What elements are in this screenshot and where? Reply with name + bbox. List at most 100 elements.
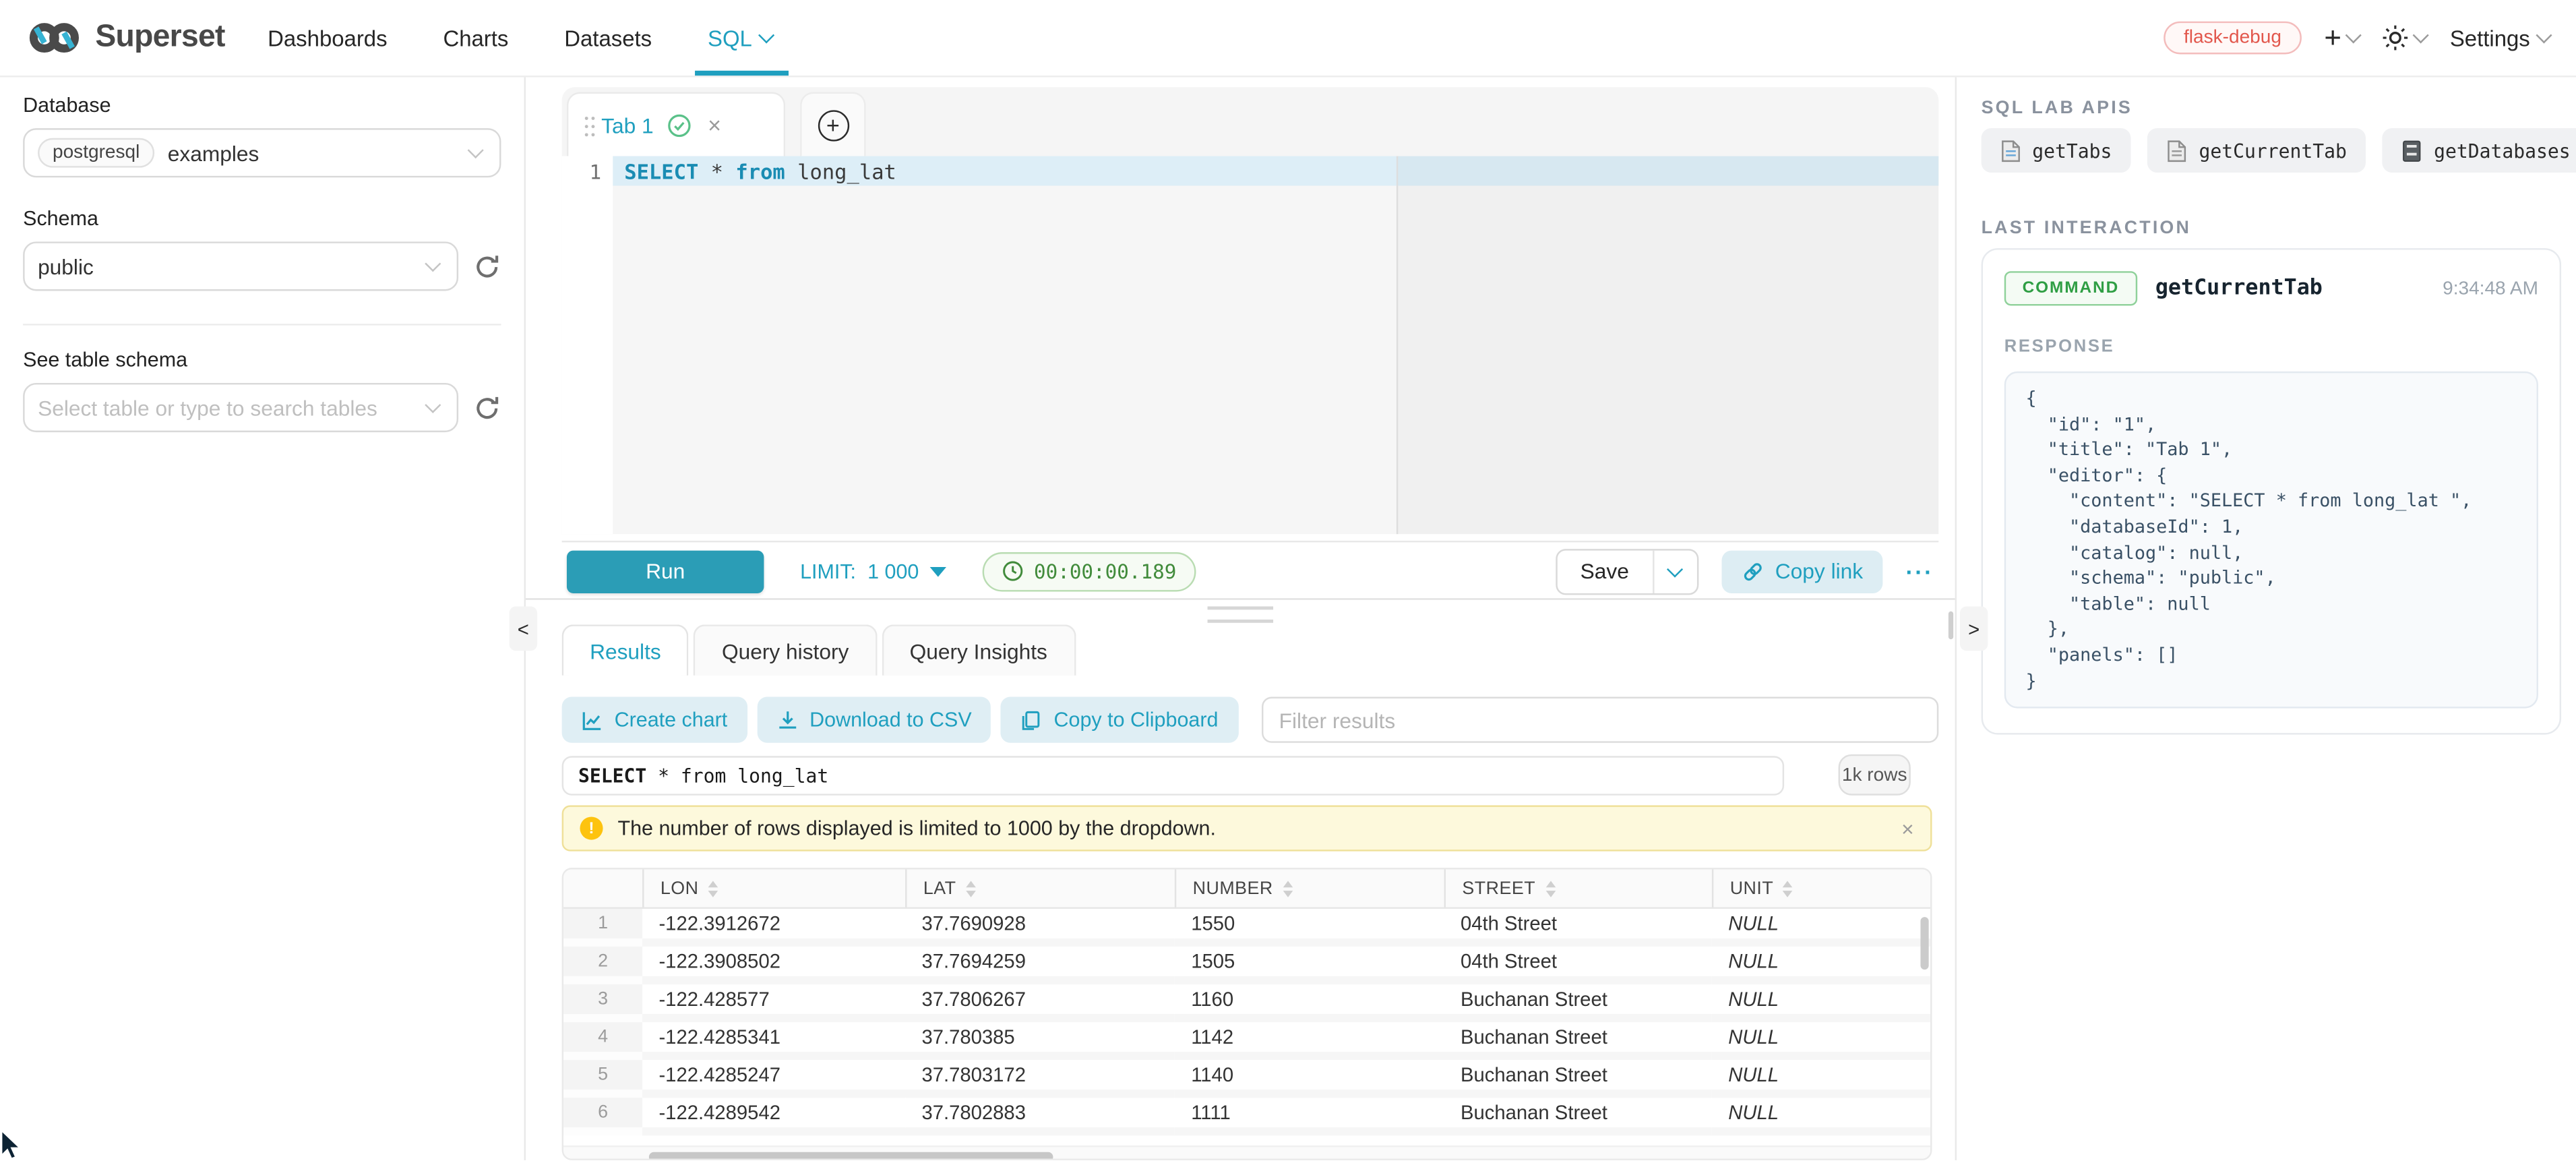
close-tab-icon[interactable]: × xyxy=(708,112,721,138)
drag-handle-icon[interactable] xyxy=(585,116,588,119)
sql-editor-panel: Tab 1 × + 1 SELECT * from long_lat xyxy=(526,78,1955,1160)
filter-results-input[interactable] xyxy=(1261,697,1938,743)
table-cell: Buchanan Street xyxy=(1444,1022,1712,1060)
get-current-tab-button[interactable]: getCurrentTab xyxy=(2148,128,2366,173)
theme-toggle-button[interactable] xyxy=(2383,25,2427,51)
collapse-right-panel-button[interactable]: > xyxy=(1960,606,1988,651)
row-number: 2 xyxy=(563,947,642,984)
saved-check-icon xyxy=(667,113,692,138)
get-databases-button[interactable]: getDatabases xyxy=(2383,128,2576,173)
document-icon xyxy=(2001,139,2021,162)
chevron-down-icon xyxy=(2413,27,2429,43)
sql-keyword-select: SELECT xyxy=(624,159,698,184)
column-header-unit[interactable]: UNIT xyxy=(1712,869,1930,907)
column-header-number[interactable]: NUMBER xyxy=(1175,869,1444,907)
table-cell: Buchanan Street xyxy=(1444,1060,1712,1098)
table-cell: NULL xyxy=(1712,984,1930,1022)
table-cell: NULL xyxy=(1712,909,1930,947)
elapsed-timer: 00:00:00.189 xyxy=(983,552,1196,591)
table-row: 3-122.42857737.78062671160Buchanan Stree… xyxy=(563,984,1930,1022)
nav-item-dashboards[interactable]: Dashboards xyxy=(268,26,387,51)
table-cell: -122.3908502 xyxy=(642,947,905,984)
table-select[interactable]: Select table or type to search tables xyxy=(23,383,458,432)
more-menu-button[interactable]: ··· xyxy=(1906,558,1934,585)
tab-query-history[interactable]: Query history xyxy=(694,624,877,676)
column-header-lon[interactable]: LON xyxy=(642,869,905,907)
download-icon xyxy=(776,709,798,731)
table-row: 1-122.391267237.7690928155004th StreetNU… xyxy=(563,909,1930,947)
line-number: 1 xyxy=(589,161,601,184)
sql-code-editor[interactable]: 1 SELECT * from long_lat xyxy=(562,156,1939,535)
nav-item-datasets[interactable]: Datasets xyxy=(564,26,652,51)
plus-glyph: + xyxy=(826,113,840,136)
download-csv-button[interactable]: Download to CSV xyxy=(757,697,991,743)
environment-badge: flask-debug xyxy=(2164,22,2301,55)
chevron-down-icon xyxy=(2536,27,2552,43)
chevron-down-icon xyxy=(758,27,774,43)
sort-icon[interactable] xyxy=(1545,880,1556,896)
interaction-card: COMMAND getCurrentTab 9:34:48 AM RESPONS… xyxy=(1982,248,2561,735)
create-chart-button[interactable]: Create chart xyxy=(562,697,747,743)
add-tab-button[interactable]: + xyxy=(800,92,866,158)
sort-icon[interactable] xyxy=(1783,880,1793,896)
get-tabs-label: getTabs xyxy=(2032,139,2112,162)
chevron-down-icon xyxy=(425,256,441,272)
column-label: STREET xyxy=(1462,879,1535,898)
table-cell: 04th Street xyxy=(1444,947,1712,984)
refresh-tables-icon[interactable] xyxy=(473,394,501,421)
table-cell: NULL xyxy=(1712,1060,1930,1098)
command-name: getCurrentTab xyxy=(2155,276,2323,301)
table-cell: NULL xyxy=(1712,1022,1930,1060)
vertical-scrollbar-thumb[interactable] xyxy=(1920,917,1928,970)
run-button[interactable]: Run xyxy=(567,549,764,592)
sort-icon[interactable] xyxy=(1283,880,1293,896)
table-row: 2-122.390850237.7694259150504th StreetNU… xyxy=(563,947,1930,984)
save-button[interactable]: Save xyxy=(1557,549,1651,592)
horizontal-scrollbar-track[interactable] xyxy=(563,1145,1930,1160)
row-count-badge: 1k rows xyxy=(1839,754,1911,796)
row-number: 6 xyxy=(563,1098,642,1135)
row-number: 5 xyxy=(563,1060,642,1098)
editor-tab-1[interactable]: Tab 1 × xyxy=(567,92,785,156)
nav-item-charts[interactable]: Charts xyxy=(443,26,508,51)
superset-brand[interactable]: Superset xyxy=(26,18,225,58)
warning-text: The number of rows displayed is limited … xyxy=(618,816,1216,839)
sort-icon[interactable] xyxy=(708,880,718,896)
sql-keyword-from: from xyxy=(735,159,785,184)
table-cell: 37.7694259 xyxy=(905,947,1175,984)
column-header-lat[interactable]: LAT xyxy=(905,869,1175,907)
close-warning-icon[interactable]: × xyxy=(1901,816,1914,841)
horizontal-scrollbar-thumb[interactable] xyxy=(649,1152,1053,1160)
limit-dropdown[interactable]: LIMIT: 1 000 xyxy=(800,560,947,583)
refresh-schemas-icon[interactable] xyxy=(473,252,501,280)
column-header-street[interactable]: STREET xyxy=(1444,869,1712,907)
editor-toolbar: Run LIMIT: 1 000 00:00:00.189 Save xyxy=(562,541,1939,600)
copy-link-button[interactable]: Copy link xyxy=(1721,549,1882,592)
sql-lab-apis-panel: SQL LAB APIS getTabs getCurrentTab xyxy=(1955,78,2576,1160)
settings-menu[interactable]: Settings xyxy=(2450,26,2550,51)
settings-label: Settings xyxy=(2450,26,2530,51)
collapse-sidebar-button[interactable]: < xyxy=(510,606,537,651)
results-grid: LONLATNUMBER STREET UNIT 1-122.391267237.7… xyxy=(562,868,1932,1160)
sql-table-identifier: long_lat xyxy=(797,159,896,184)
column-label: UNIT xyxy=(1730,879,1774,898)
table-cell: 1111 xyxy=(1175,1098,1444,1135)
nav-item-sql[interactable]: SQL xyxy=(708,26,772,51)
copy-clipboard-button[interactable]: Copy to Clipboard xyxy=(1002,697,1238,743)
table-cell: 1140 xyxy=(1175,1060,1444,1098)
get-tabs-button[interactable]: getTabs xyxy=(1982,128,2132,173)
get-current-tab-label: getCurrentTab xyxy=(2199,139,2347,162)
new-item-button[interactable]: + xyxy=(2324,23,2359,53)
tab-query-insights[interactable]: Query Insights xyxy=(882,624,1075,676)
schema-select[interactable]: public xyxy=(23,241,458,291)
save-options-caret[interactable] xyxy=(1652,549,1696,592)
mini-scrollbar[interactable] xyxy=(1949,612,1953,639)
elapsed-value: 00:00:00.189 xyxy=(1034,560,1176,583)
database-select[interactable]: postgresql examples xyxy=(23,128,501,177)
tab-results[interactable]: Results xyxy=(562,624,689,676)
sort-icon[interactable] xyxy=(966,880,976,896)
query-preview: SELECT * from long_lat xyxy=(562,756,1785,796)
panel-resize-handle[interactable] xyxy=(1208,606,1274,622)
table-cell: -122.4285247 xyxy=(642,1060,905,1098)
table-cell: -122.3912672 xyxy=(642,909,905,947)
